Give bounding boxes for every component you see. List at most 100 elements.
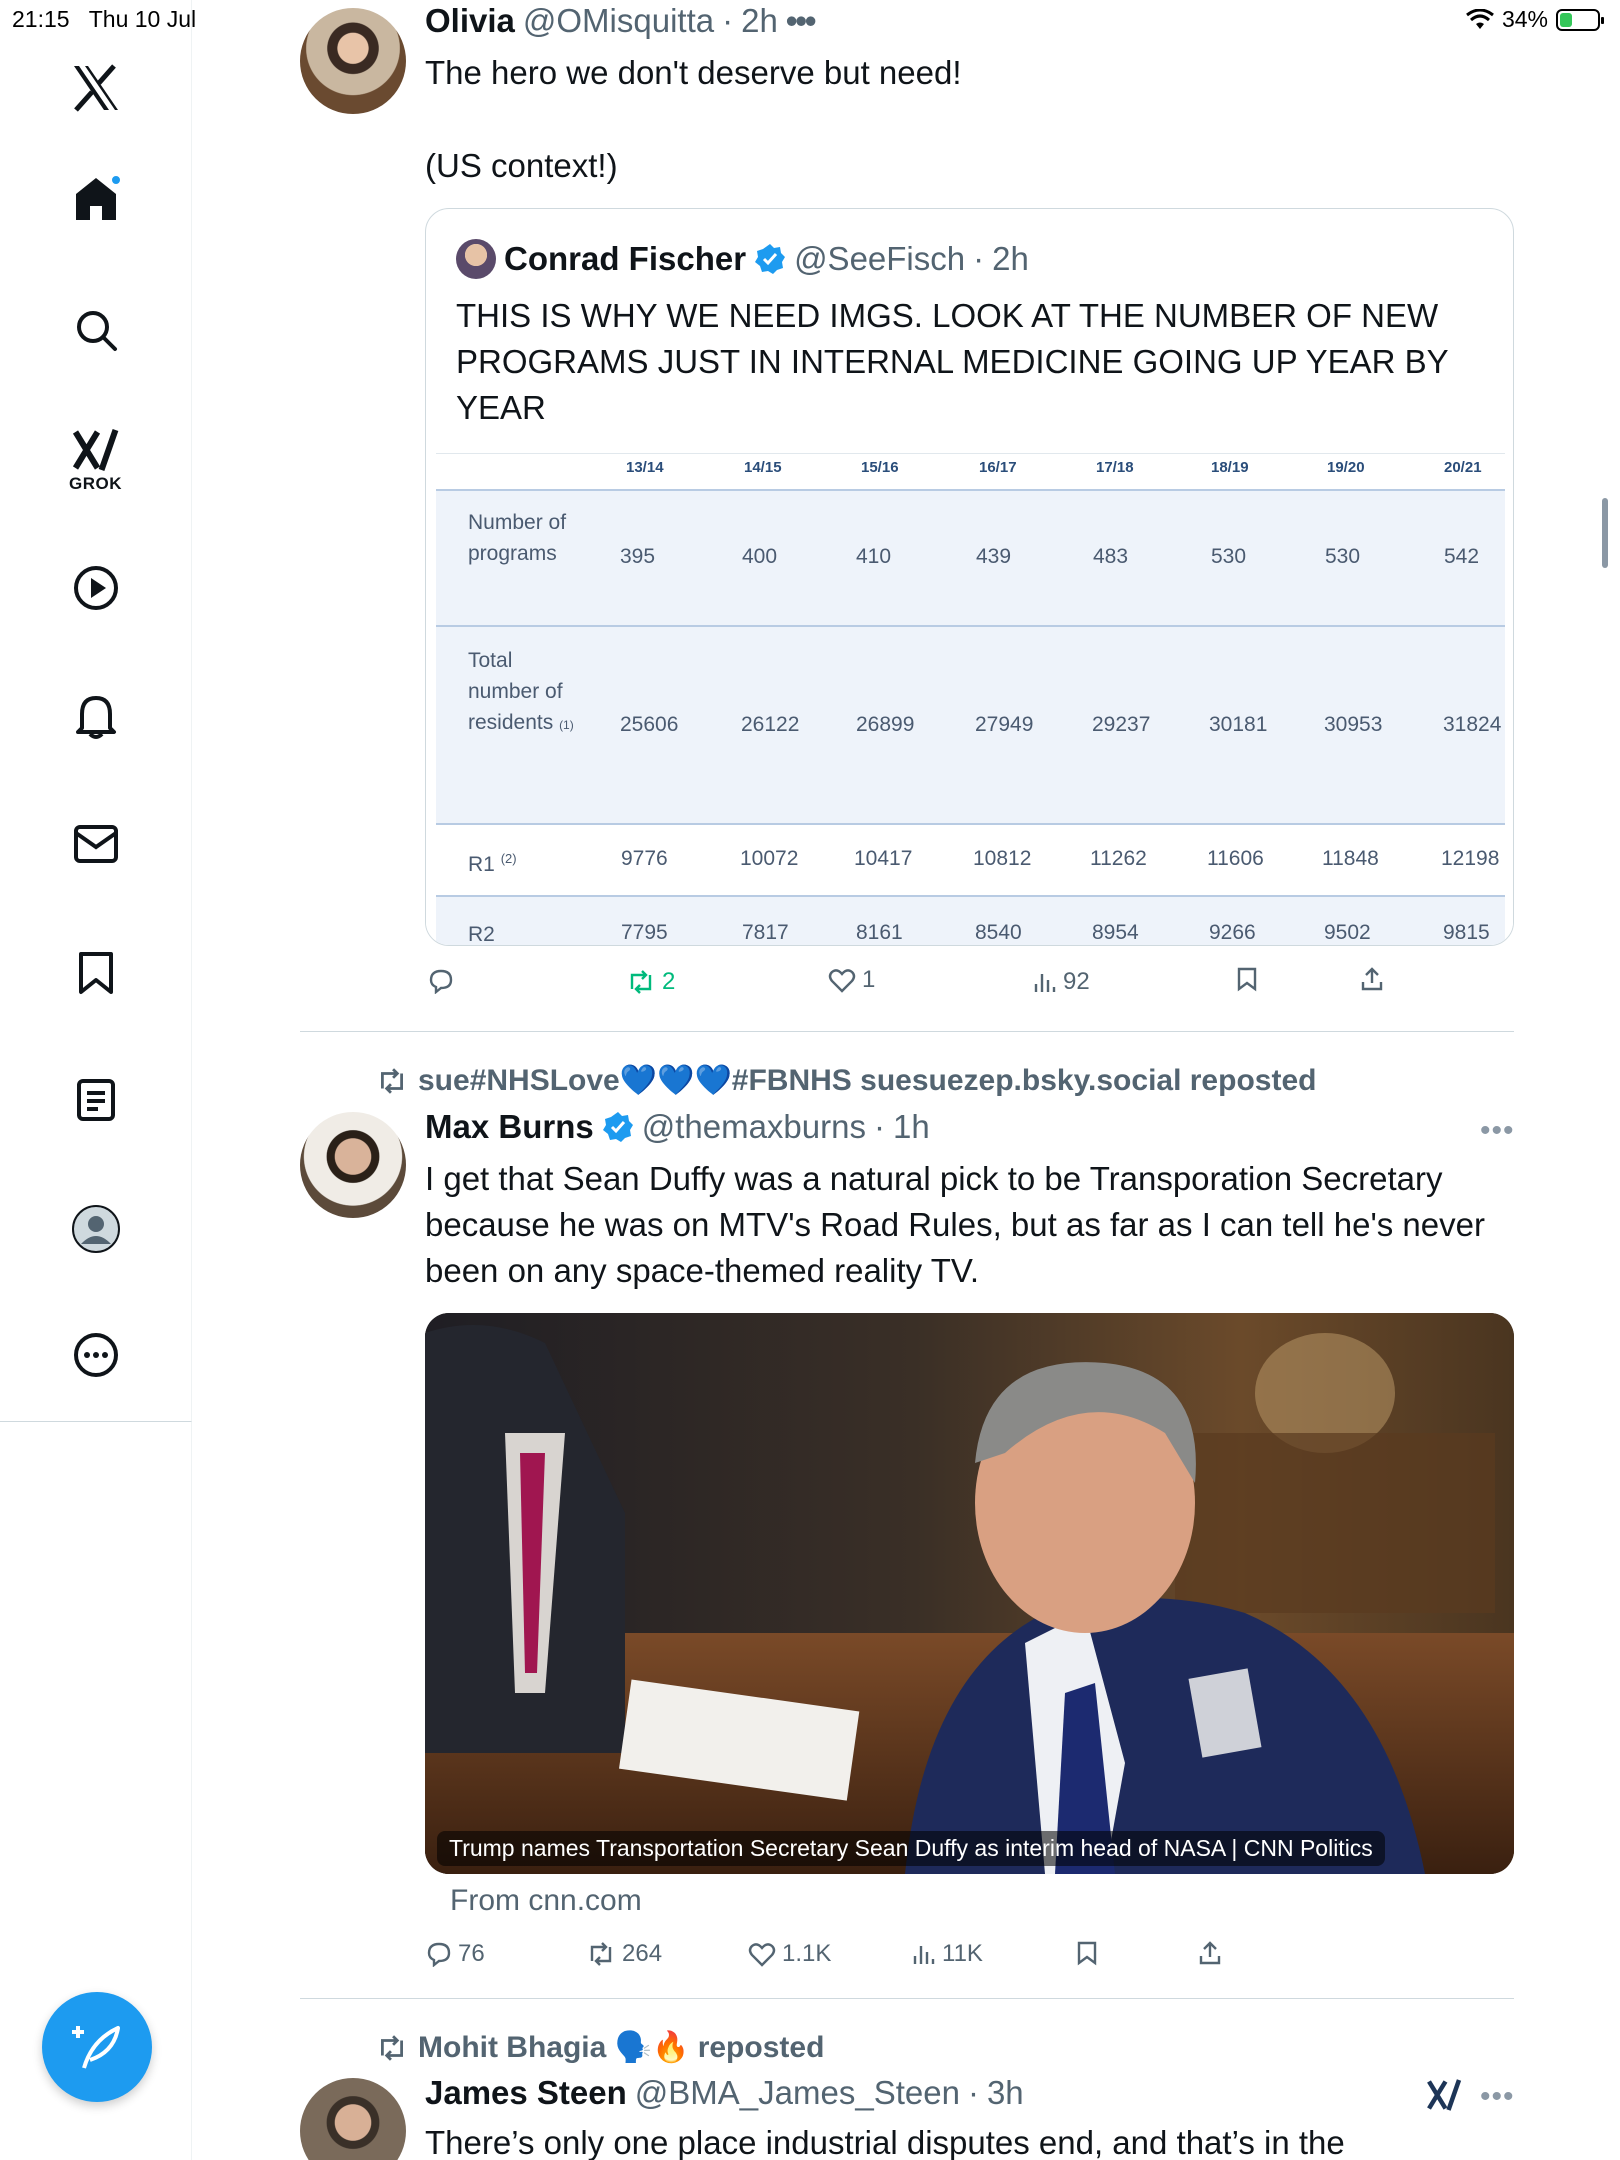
post-time: 1h [892, 1108, 930, 1145]
link-source[interactable]: From cnn.com [450, 1884, 642, 1918]
mail-icon[interactable] [73, 824, 119, 864]
like-button[interactable]: 1.1K [748, 1940, 831, 1968]
table-cell: 11606 [1207, 847, 1264, 870]
link-card-title: Trump names Transportation Secretary Sea… [437, 1831, 1385, 1866]
battery-percent: 34% [1501, 6, 1548, 32]
reply-button[interactable]: 76 [426, 1940, 485, 1968]
wifi-icon [1466, 8, 1494, 29]
table-cell: 8540 [975, 921, 1022, 944]
table-column-header: 19/20 [1327, 459, 1365, 476]
more-options-icon[interactable]: ••• [1480, 1114, 1515, 1148]
reposted-by-line[interactable]: Mohit Bhagia 🗣️🔥 reposted [376, 2030, 824, 2065]
table-cell: 26899 [856, 713, 915, 736]
x-logo-icon[interactable] [71, 64, 121, 112]
table-column-header: 16/17 [979, 459, 1017, 476]
search-icon[interactable] [74, 308, 118, 352]
reposted-by-text: Mohit Bhagia 🗣️🔥 reposted [418, 2031, 825, 2064]
like-button[interactable]: 1 [828, 966, 875, 994]
table-cell: 31824 [1443, 713, 1502, 736]
more-icon[interactable] [73, 1332, 119, 1378]
share-button[interactable] [1198, 1940, 1222, 1966]
author-name[interactable]: James Steen [425, 2074, 627, 2112]
post-time: 3h [986, 2074, 1024, 2111]
bookmark-button[interactable] [1076, 1940, 1098, 1966]
share-icon [1361, 967, 1383, 991]
views-chart-icon [913, 1946, 935, 1964]
table-cell: 30181 [1209, 713, 1268, 736]
avatar[interactable] [300, 8, 406, 114]
table-cell: 395 [620, 545, 656, 568]
notification-dot [109, 174, 122, 186]
table-cell: 26122 [741, 713, 800, 736]
compose-post-button[interactable] [42, 1992, 152, 2102]
grok-icon[interactable] [1426, 2078, 1462, 2117]
table-cell: 9266 [1209, 921, 1256, 944]
repost-count: 2 [662, 968, 676, 995]
table-cell: 7795 [621, 921, 668, 944]
quoted-tweet-header: Conrad Fischer @SeeFisch · 2h [456, 239, 1029, 279]
avatar[interactable] [300, 2078, 406, 2160]
table-column-header: 15/16 [861, 459, 899, 476]
table-cell: 27949 [975, 713, 1034, 736]
reposted-by-line[interactable]: sue#NHSLove💙💙💙#FBNHS suesuezep.bsky.soci… [376, 1063, 1316, 1098]
status-indicators: 34% [1466, 6, 1604, 33]
news-photo [425, 1313, 1514, 1874]
table-row: R2 7795 7817 8161 8540 8954 9266 9502 98… [436, 897, 1505, 945]
profile-icon[interactable] [71, 1204, 121, 1254]
grok-icon[interactable]: GROK [69, 428, 122, 494]
list-icon[interactable] [76, 1078, 116, 1122]
like-count: 1.1K [782, 1940, 832, 1967]
verified-badge-icon [602, 1112, 633, 1142]
author-name[interactable]: Max Burns [425, 1108, 594, 1146]
reposted-by-text: sue#NHSLove💙💙💙#FBNHS suesuezep.bsky.soci… [418, 1064, 1317, 1097]
link-card-image[interactable]: Trump names Transportation Secretary Sea… [425, 1313, 1514, 1874]
share-button[interactable] [1360, 966, 1384, 992]
table-cell: 530 [1211, 545, 1247, 568]
views-button[interactable]: 11K [912, 1940, 983, 1968]
table-row-label: Number of programs [468, 511, 567, 565]
avatar[interactable] [300, 1112, 406, 1218]
home-icon[interactable] [74, 174, 122, 222]
reply-button[interactable] [428, 968, 454, 994]
repost-button[interactable]: 2 [626, 968, 675, 996]
table-cell: 8161 [856, 921, 903, 944]
more-options-icon[interactable]: ••• [786, 2, 817, 40]
table-cell: 400 [742, 545, 778, 568]
table-cell: 530 [1325, 545, 1361, 568]
table-column-header: 17/18 [1096, 459, 1134, 476]
table-cell: 9815 [1443, 921, 1490, 944]
table-cell: 9776 [621, 847, 668, 870]
table-row-label: R1 (2) [468, 851, 517, 876]
tweet-text-line-2: (US context!) [425, 147, 618, 184]
tweet-divider [300, 1031, 1514, 1032]
table-cell: 30953 [1324, 713, 1383, 736]
table-row: R1 (2) 9776 10072 10417 10812 11262 1160… [436, 825, 1505, 895]
quoted-author-name: Conrad Fischer [504, 240, 747, 277]
post-time: 2h [741, 2, 778, 39]
battery-icon [1556, 8, 1604, 31]
quoted-tweet[interactable]: Conrad Fischer @SeeFisch · 2h THIS IS WH… [425, 208, 1514, 946]
more-options-icon[interactable]: ••• [1480, 2080, 1515, 2114]
scrollbar[interactable] [1602, 498, 1608, 568]
tweet-header: Olivia @OMisquitta · 2h ••• [425, 2, 817, 40]
view-count: 11K [942, 1940, 983, 1967]
table-cell: 12198 [1441, 847, 1500, 870]
tweet-header: Max Burns @themaxburns · 1h [425, 1108, 930, 1146]
author-handle[interactable]: @OMisquitta [523, 2, 714, 40]
tweet-divider [300, 1998, 1514, 1999]
verified-badge-icon [755, 244, 786, 274]
bell-icon[interactable] [74, 692, 118, 740]
sidebar-rail [191, 1422, 192, 2160]
bookmark-button[interactable] [1236, 966, 1258, 992]
author-handle[interactable]: @BMA_James_Steen [635, 2074, 960, 2112]
view-count: 92 [1063, 968, 1090, 995]
repost-button[interactable]: 264 [586, 1940, 662, 1968]
video-play-icon[interactable] [73, 565, 119, 611]
table-row-label: Total number of residents (1) [468, 649, 574, 734]
reply-icon [429, 969, 453, 994]
views-button[interactable]: 92 [1033, 968, 1090, 996]
author-handle[interactable]: @themaxburns [642, 1108, 866, 1146]
author-name[interactable]: Olivia [425, 2, 515, 40]
bookmark-icon[interactable] [77, 950, 115, 996]
table-column-header: 18/19 [1211, 459, 1249, 476]
